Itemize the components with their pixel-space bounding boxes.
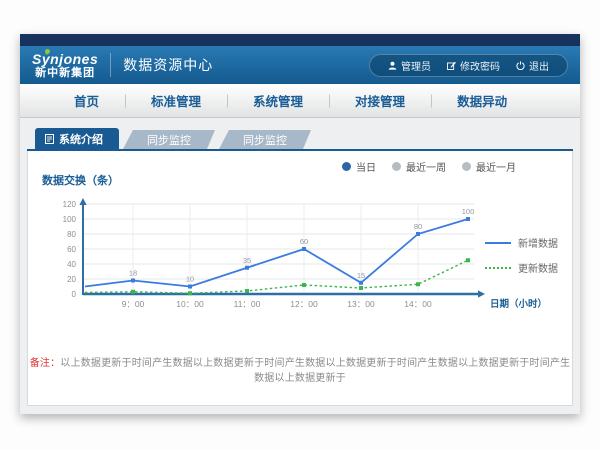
legend-label: 新增数据	[518, 235, 558, 250]
radio-last-month[interactable]: 最近一月	[462, 159, 516, 174]
radio-label: 当日	[356, 159, 376, 174]
radio-unselected-icon	[392, 162, 401, 171]
svg-text:60: 60	[67, 245, 76, 254]
svg-text:10: 10	[186, 275, 194, 284]
svg-text:13：00: 13：00	[347, 299, 375, 309]
tab-system-intro[interactable]: 系统介绍	[35, 128, 119, 149]
company-logo: Synjones 新中新集团	[32, 52, 98, 79]
svg-text:10：00: 10：00	[176, 299, 204, 309]
svg-text:15: 15	[357, 271, 365, 280]
legend-item-updated-data: 更新数据	[485, 260, 558, 275]
main-nav: 首页 标准管理 系统管理 对接管理 数据异动	[20, 84, 580, 118]
radio-label: 最近一月	[476, 159, 516, 174]
app-header: Synjones 新中新集团 数据资源中心 管理员 修改密码 退出	[20, 46, 580, 84]
content-area: 系统介绍 同步监控 同步监控 当日 最近一周	[20, 118, 580, 414]
chart-axes: 0 20 40 60 80 100 120 9：00 10：00 11：00 12：00 13：00 1…	[63, 198, 547, 310]
tab-label: 同步监控	[147, 132, 191, 148]
logo-subtext: 新中新集团	[35, 68, 95, 79]
tab-label: 同步监控	[243, 132, 287, 148]
point-labels-0: 18 10 35 60 15 80 100	[129, 207, 474, 284]
window-top-strip	[20, 34, 580, 46]
logout-label: 退出	[529, 58, 549, 73]
nav-item-home[interactable]: 首页	[48, 91, 125, 110]
username-label: 管理员	[401, 58, 431, 73]
svg-text:14：00: 14：00	[404, 299, 432, 309]
svg-text:18: 18	[129, 269, 137, 278]
radio-unselected-icon	[462, 162, 471, 171]
footnote: 备注：以上数据更新于时间产生数据以上数据更新于时间产生数据以上数据更新于时间产生…	[28, 354, 572, 384]
chart-grid	[83, 204, 474, 294]
chart-legend: 新增数据 更新数据	[485, 235, 558, 275]
nav-item-system-mgmt[interactable]: 系统管理	[227, 91, 329, 110]
tab-bar: 系统介绍 同步监控 同步监控	[35, 128, 573, 149]
header-divider	[110, 53, 111, 77]
y-axis-title: 数据交换（条）	[42, 172, 119, 188]
user-icon	[388, 61, 397, 70]
app-window: Synjones 新中新集团 数据资源中心 管理员 修改密码 退出 首页 标准管…	[20, 34, 580, 414]
nav-item-standard-mgmt[interactable]: 标准管理	[125, 91, 227, 110]
radio-selected-icon	[342, 162, 351, 171]
logo-text: Synjones	[32, 52, 98, 66]
svg-text:20: 20	[67, 275, 76, 284]
tab-sync-monitor-2[interactable]: 同步监控	[219, 130, 311, 149]
series-line-1	[85, 260, 468, 293]
series-line-0	[85, 219, 468, 287]
svg-text:12：00: 12：00	[290, 299, 318, 309]
svg-text:100: 100	[462, 207, 475, 216]
time-range-filter: 当日 最近一周 最近一月	[342, 159, 516, 174]
tab-sync-monitor-1[interactable]: 同步监控	[123, 130, 215, 149]
footnote-text: 以上数据更新于时间产生数据以上数据更新于时间产生数据以上数据更新于时间产生数据以…	[60, 358, 570, 384]
nav-item-data-change[interactable]: 数据异动	[431, 91, 533, 110]
svg-text:60: 60	[300, 237, 308, 246]
series-0	[85, 217, 470, 289]
tab-label: 系统介绍	[59, 131, 103, 147]
edit-icon	[447, 61, 456, 70]
current-user[interactable]: 管理员	[380, 58, 439, 73]
svg-text:9：00: 9：00	[122, 299, 145, 309]
svg-text:40: 40	[67, 260, 76, 269]
svg-text:100: 100	[63, 215, 77, 224]
svg-text:11：00: 11：00	[234, 299, 261, 309]
legend-label: 更新数据	[518, 260, 558, 275]
change-password-label: 修改密码	[460, 58, 500, 73]
logout-button[interactable]: 退出	[508, 58, 557, 73]
page-title: 数据资源中心	[123, 55, 213, 75]
svg-text:0: 0	[72, 290, 77, 299]
radio-last-week[interactable]: 最近一周	[392, 159, 446, 174]
legend-line-solid-icon	[485, 242, 511, 244]
svg-text:80: 80	[67, 230, 76, 239]
radio-today[interactable]: 当日	[342, 159, 376, 174]
legend-line-dotted-icon	[485, 267, 511, 269]
svg-text:35: 35	[243, 256, 251, 265]
nav-item-integration-mgmt[interactable]: 对接管理	[329, 91, 431, 110]
footnote-prefix: 备注：	[30, 358, 61, 369]
change-password-button[interactable]: 修改密码	[439, 58, 508, 73]
svg-text:120: 120	[63, 200, 77, 209]
document-icon	[45, 134, 54, 144]
legend-item-new-data: 新增数据	[485, 235, 558, 250]
radio-label: 最近一周	[406, 159, 446, 174]
user-bar: 管理员 修改密码 退出	[369, 54, 568, 77]
svg-text:80: 80	[414, 222, 422, 231]
power-icon	[516, 61, 525, 70]
svg-text:日期（小时）: 日期（小时）	[490, 298, 547, 310]
chart-panel: 当日 最近一周 最近一月 数据交换（条） 0 20 40 60 80 100 120 9：00…	[27, 151, 573, 406]
